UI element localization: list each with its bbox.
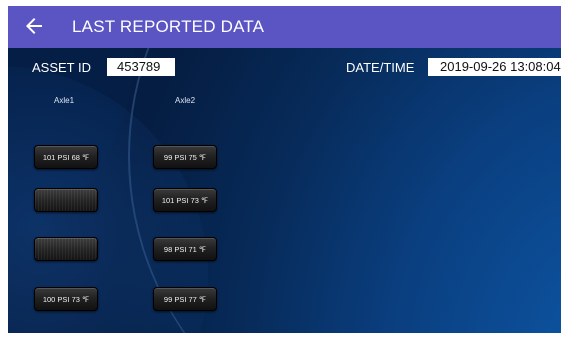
tire-button[interactable]: 100 PSI 73 ℉	[34, 287, 98, 311]
tire-button[interactable]: 99 PSI 77 ℉	[153, 287, 217, 311]
axle1-label: Axle1	[54, 96, 75, 105]
page-title: LAST REPORTED DATA	[72, 17, 265, 36]
datetime-value: 2019-09-26 13:08:04	[428, 58, 561, 76]
tire-button[interactable]	[34, 237, 98, 261]
tire-button[interactable]: 101 PSI 73 ℉	[153, 188, 217, 212]
asset-id-label: ASSET ID	[32, 60, 92, 75]
axle2-label: Axle2	[175, 96, 196, 105]
arrow-left-icon	[26, 18, 42, 34]
datetime-label: DATE/TIME	[346, 60, 415, 75]
tire-button[interactable]: 101 PSI 68 ℉	[34, 145, 98, 169]
tire-button[interactable]: 99 PSI 75 ℉	[153, 145, 217, 169]
tire-button[interactable]: 98 PSI 71 ℉	[153, 237, 217, 261]
asset-id-value: 453789	[107, 58, 175, 76]
app-screen: LAST REPORTED DATA ASSET ID 453789 DATE/…	[8, 6, 561, 333]
back-button[interactable]	[22, 14, 46, 38]
tire-button[interactable]	[34, 188, 98, 212]
app-bar: LAST REPORTED DATA	[8, 6, 561, 48]
